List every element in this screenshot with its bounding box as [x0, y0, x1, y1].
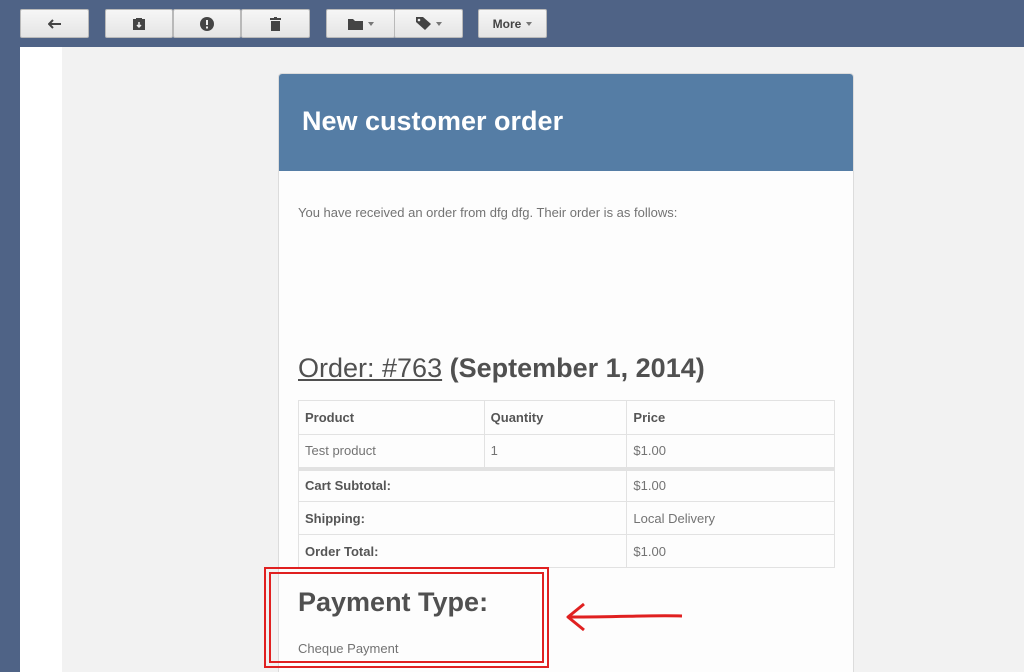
table-header-row: Product Quantity Price: [298, 400, 835, 435]
folder-icon: [347, 18, 363, 30]
subtotal-row: Cart Subtotal: $1.00: [297, 466, 835, 502]
toolbar: More: [0, 0, 1024, 47]
move-to-button[interactable]: [326, 9, 395, 38]
email-header: New customer order: [279, 74, 853, 171]
tag-icon: [415, 17, 431, 30]
email-title: New customer order: [302, 106, 564, 136]
trash-icon: [270, 16, 281, 31]
column-header-product: Product: [298, 400, 485, 435]
reply-icon: [47, 18, 61, 29]
chevron-down-icon: [526, 21, 533, 26]
order-link[interactable]: Order: #763: [298, 353, 442, 383]
shipping-value: Local Delivery: [626, 501, 835, 535]
column-header-price: Price: [626, 400, 835, 435]
message-gutter: [20, 47, 62, 672]
chevron-down-icon: [435, 21, 442, 26]
shipping-row: Shipping: Local Delivery: [297, 501, 835, 535]
warning-icon: [200, 16, 214, 31]
shipping-label: Shipping:: [297, 501, 628, 535]
more-button[interactable]: More: [478, 9, 547, 38]
order-heading: Order: #763 (September 1, 2014): [298, 353, 705, 384]
annotation-arrow-icon: [566, 602, 683, 632]
annotation-highlight-box: [264, 567, 549, 668]
product-cell: Test product: [298, 434, 485, 469]
order-total-label: Order Total:: [297, 534, 628, 568]
reply-button[interactable]: [20, 9, 89, 38]
intro-text: You have received an order from dfg dfg.…: [298, 205, 678, 220]
order-total-row: Order Total: $1.00: [297, 534, 835, 568]
column-header-quantity: Quantity: [483, 400, 628, 435]
table-row: Test product 1 $1.00: [298, 434, 835, 469]
report-spam-button[interactable]: [173, 9, 241, 38]
price-cell: $1.00: [626, 434, 835, 469]
more-label: More: [492, 16, 522, 31]
chevron-down-icon: [367, 21, 374, 26]
quantity-cell: 1: [483, 434, 628, 469]
order-total-value: $1.00: [626, 534, 835, 568]
order-date: (September 1, 2014): [449, 353, 705, 383]
archive-button[interactable]: [105, 9, 173, 38]
labels-button[interactable]: [394, 9, 463, 38]
order-table: Product Quantity Price Test product 1 $1…: [297, 400, 835, 568]
archive-icon: [133, 17, 145, 30]
left-sidebar-strip: [0, 47, 20, 672]
delete-button[interactable]: [241, 9, 310, 38]
subtotal-value: $1.00: [626, 466, 835, 502]
subtotal-label: Cart Subtotal:: [297, 466, 628, 502]
